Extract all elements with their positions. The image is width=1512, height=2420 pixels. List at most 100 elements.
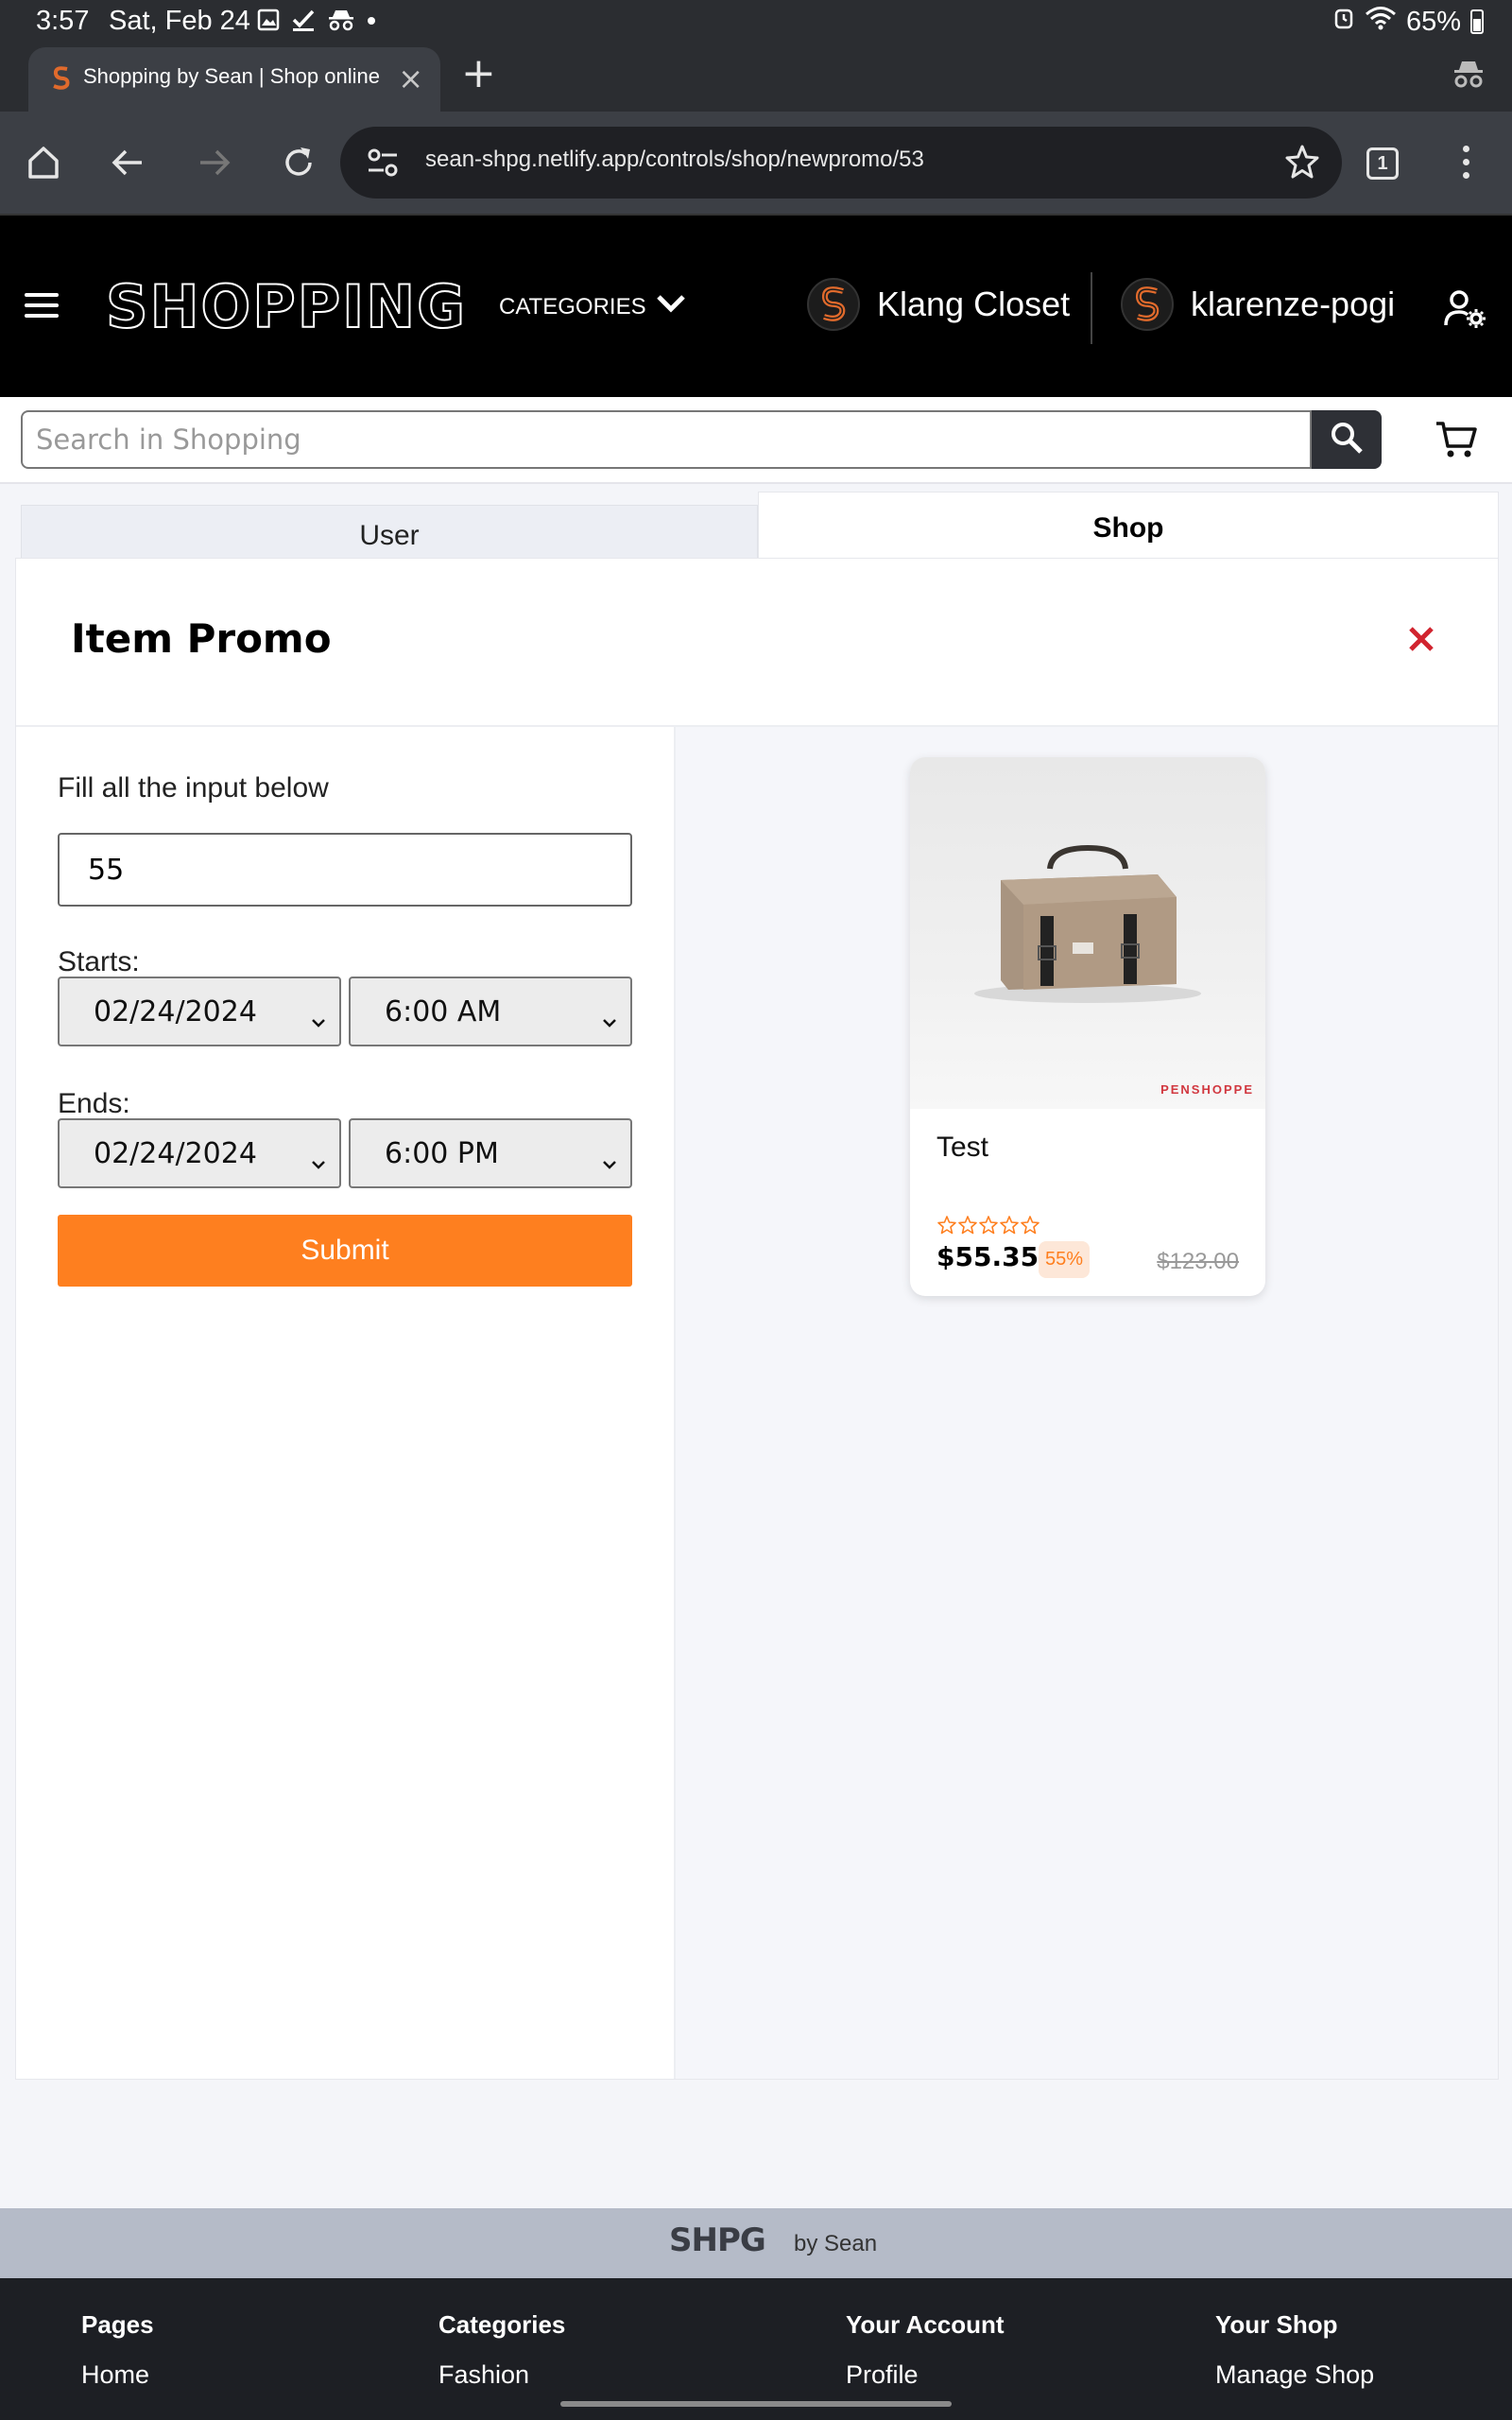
- promo-price: $55.35: [936, 1241, 1040, 1272]
- end-time-select[interactable]: 6:00 PM: [349, 1118, 632, 1188]
- footer-link-home[interactable]: Home: [81, 2360, 154, 2390]
- footer-heading: Pages: [81, 2310, 154, 2339]
- footer-column-shop: Your Shop Manage Shop: [1215, 2310, 1374, 2390]
- notification-icons: [257, 9, 376, 36]
- cart-icon[interactable]: [1435, 420, 1478, 463]
- tab-switcher-button[interactable]: 1: [1366, 147, 1399, 180]
- url-text: sean-shpg.netlify.app/controls/shop/newp…: [425, 147, 924, 172]
- tab-shop[interactable]: Shop: [758, 492, 1499, 560]
- footer-heading: Your Shop: [1215, 2310, 1338, 2339]
- search-bar: [0, 397, 1512, 484]
- home-icon[interactable]: [21, 140, 66, 185]
- footer-column-categories: Categories Fashion: [438, 2310, 565, 2390]
- form-instruction: Fill all the input below: [58, 772, 329, 804]
- tab-title: Shopping by Sean | Shop online: [83, 64, 380, 88]
- submit-button[interactable]: Submit: [58, 1215, 632, 1287]
- chevron-down-icon: [656, 293, 686, 320]
- user-avatar: [1121, 278, 1174, 331]
- site-footer: Pages Home Categories Fashion Your Accou…: [0, 2278, 1512, 2420]
- original-price: $123.00: [1157, 1249, 1239, 1274]
- browser-tab-strip: Shopping by Sean | Shop online × +: [0, 43, 1512, 112]
- incognito-tab-icon[interactable]: [1452, 59, 1486, 93]
- wifi-icon: [1365, 6, 1397, 38]
- end-time-value: 6:00 PM: [385, 1137, 499, 1170]
- header-divider: [1091, 272, 1092, 344]
- chevron-down-icon: [311, 1003, 326, 1036]
- user-link[interactable]: klarenze-pogi: [1121, 278, 1395, 331]
- site-logo[interactable]: SHOPPING: [105, 271, 467, 342]
- bookmark-star-icon[interactable]: [1283, 143, 1321, 184]
- back-icon[interactable]: [106, 140, 151, 185]
- search-icon: [1330, 421, 1364, 458]
- new-tab-icon[interactable]: +: [461, 49, 496, 97]
- product-card[interactable]: PENSHOPPE Test $55.35 55% $123.00: [910, 757, 1265, 1296]
- footer-byline: by Sean: [794, 2231, 878, 2256]
- footer-brand-bar: SHPG by Sean: [0, 2208, 1512, 2278]
- battery-icon: [1470, 9, 1484, 34]
- site-info-icon[interactable]: [367, 147, 399, 182]
- image-notification-icon: [257, 9, 280, 36]
- start-date-value: 02/24/2024: [94, 995, 257, 1028]
- controls-tabs: User Shop: [21, 492, 1499, 560]
- user-settings-icon[interactable]: [1444, 289, 1487, 333]
- gesture-home-bar[interactable]: [560, 2401, 952, 2407]
- shop-link[interactable]: Klang Closet: [807, 278, 1070, 331]
- status-bar: 3:57 Sat, Feb 24 65%: [0, 0, 1512, 43]
- page-title: Item Promo: [71, 615, 332, 662]
- rating-stars: [936, 1215, 1042, 1236]
- promo-preview: PENSHOPPE Test $55.35 55% $123.00: [676, 727, 1498, 2079]
- chevron-down-icon: [311, 1145, 326, 1178]
- footer-link-fashion[interactable]: Fashion: [438, 2360, 565, 2390]
- ends-label: Ends:: [58, 1088, 130, 1119]
- status-time: 3:57: [36, 6, 90, 36]
- categories-label: CATEGORIES: [499, 293, 646, 320]
- site-favicon-icon: [49, 64, 74, 91]
- forward-icon[interactable]: [191, 140, 236, 185]
- footer-column-account: Your Account Profile: [846, 2310, 1005, 2390]
- browser-tab[interactable]: Shopping by Sean | Shop online ×: [28, 47, 440, 112]
- start-date-select[interactable]: 02/24/2024: [58, 977, 341, 1046]
- start-time-value: 6:00 AM: [385, 995, 502, 1028]
- shop-name: Klang Closet: [877, 285, 1071, 323]
- shop-avatar: [807, 278, 860, 331]
- start-time-select[interactable]: 6:00 AM: [349, 977, 632, 1046]
- system-icons: 65%: [1332, 6, 1484, 38]
- check-notification-icon: [291, 9, 316, 36]
- end-date-value: 02/24/2024: [94, 1137, 257, 1170]
- tab-user[interactable]: User: [21, 505, 758, 560]
- panel-header: Item Promo: [16, 559, 1498, 727]
- footer-heading: Your Account: [846, 2310, 1005, 2339]
- browser-toolbar: sean-shpg.netlify.app/controls/shop/newp…: [0, 112, 1512, 214]
- footer-column-pages: Pages Home: [81, 2310, 154, 2390]
- chevron-down-icon: [602, 1145, 617, 1178]
- starts-label: Starts:: [58, 946, 140, 977]
- discount-field[interactable]: [58, 833, 632, 907]
- discount-badge: 55%: [1039, 1241, 1091, 1278]
- footer-link-profile[interactable]: Profile: [846, 2360, 1005, 2390]
- brand-logo: PENSHOPPE: [1160, 1082, 1254, 1097]
- footer-logo: SHPG: [669, 2221, 766, 2259]
- dot-notification-icon: [367, 9, 376, 36]
- product-name: Test: [936, 1132, 989, 1163]
- chevron-down-icon: [602, 1003, 617, 1036]
- close-icon[interactable]: [1407, 625, 1435, 657]
- item-promo-panel: Item Promo Fill all the input below Star…: [15, 558, 1499, 2080]
- address-bar[interactable]: sean-shpg.netlify.app/controls/shop/newp…: [340, 127, 1342, 199]
- reload-icon[interactable]: [276, 140, 321, 185]
- footer-heading: Categories: [438, 2310, 566, 2339]
- end-date-select[interactable]: 02/24/2024: [58, 1118, 341, 1188]
- discount-input[interactable]: [60, 835, 630, 905]
- incognito-notification-icon: [327, 9, 355, 36]
- search-field[interactable]: [21, 410, 1312, 469]
- search-input[interactable]: [23, 412, 1310, 467]
- site-header: SHOPPING CATEGORIES Klang Closet klarenz…: [0, 214, 1512, 397]
- search-button[interactable]: [1312, 410, 1382, 469]
- empty-stars-icon: [937, 1216, 1040, 1235]
- hamburger-menu-icon[interactable]: [25, 293, 59, 318]
- battery-level: 65%: [1405, 6, 1461, 37]
- tab-close-icon[interactable]: ×: [398, 60, 423, 96]
- status-date: Sat, Feb 24: [109, 6, 250, 36]
- browser-menu-icon[interactable]: [1463, 146, 1469, 179]
- footer-link-manage-shop[interactable]: Manage Shop: [1215, 2360, 1374, 2390]
- categories-dropdown[interactable]: CATEGORIES: [499, 293, 686, 320]
